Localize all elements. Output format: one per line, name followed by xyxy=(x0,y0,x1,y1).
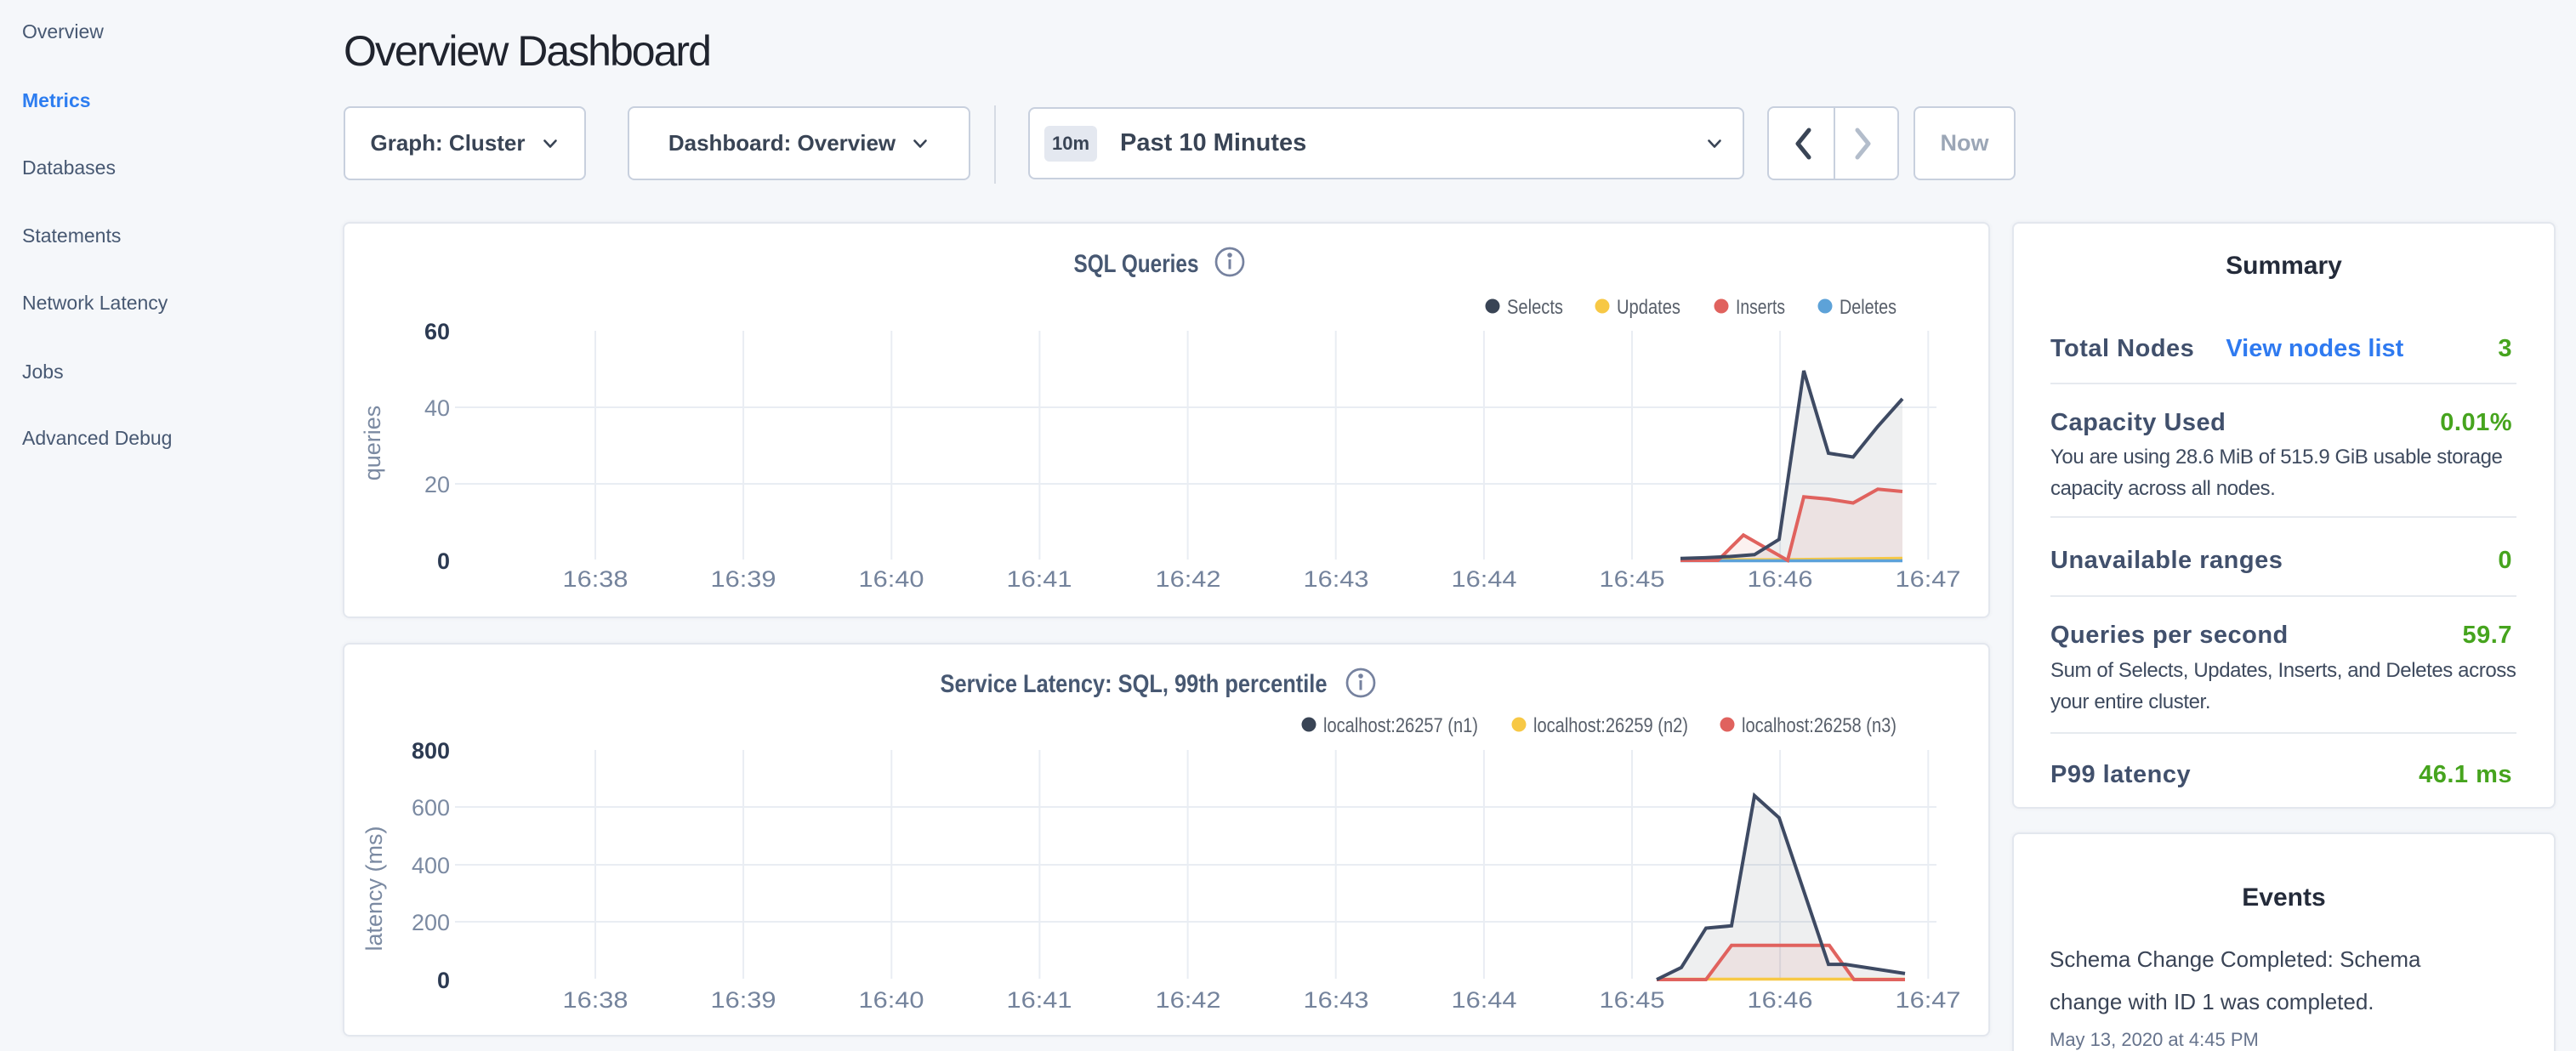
svg-text:40: 40 xyxy=(424,395,450,421)
svg-text:16:47: 16:47 xyxy=(1896,987,1961,1013)
svg-text:localhost:26257 (n1): localhost:26257 (n1) xyxy=(1323,714,1478,737)
svg-text:SQL Queries: SQL Queries xyxy=(1074,250,1199,278)
svg-text:localhost:26259 (n2): localhost:26259 (n2) xyxy=(1533,714,1688,737)
svg-text:200: 200 xyxy=(412,910,450,935)
svg-text:800: 800 xyxy=(412,738,450,764)
svg-text:400: 400 xyxy=(412,853,450,878)
svg-text:queries: queries xyxy=(360,406,385,481)
svg-text:16:43: 16:43 xyxy=(1304,566,1369,592)
svg-text:16:42: 16:42 xyxy=(1156,566,1221,592)
svg-text:16:38: 16:38 xyxy=(563,566,628,592)
svg-text:Selects: Selects xyxy=(1507,296,1563,319)
svg-text:16:44: 16:44 xyxy=(1452,987,1517,1013)
svg-text:16:44: 16:44 xyxy=(1452,566,1517,592)
svg-text:16:40: 16:40 xyxy=(859,987,924,1013)
svg-text:16:40: 16:40 xyxy=(859,566,924,592)
svg-text:0: 0 xyxy=(437,548,450,574)
svg-text:16:42: 16:42 xyxy=(1156,987,1221,1013)
svg-text:16:47: 16:47 xyxy=(1896,566,1961,592)
svg-text:Deletes: Deletes xyxy=(1840,296,1896,319)
svg-text:0: 0 xyxy=(437,968,450,993)
svg-text:latency (ms): latency (ms) xyxy=(361,826,387,951)
svg-text:16:41: 16:41 xyxy=(1007,987,1072,1013)
svg-text:16:39: 16:39 xyxy=(711,987,776,1013)
svg-text:16:43: 16:43 xyxy=(1304,987,1369,1013)
svg-text:localhost:26258 (n3): localhost:26258 (n3) xyxy=(1742,714,1896,737)
svg-text:60: 60 xyxy=(424,319,450,344)
svg-text:Updates: Updates xyxy=(1617,296,1680,319)
svg-text:Service Latency: SQL, 99th per: Service Latency: SQL, 99th percentile xyxy=(941,670,1328,698)
svg-text:20: 20 xyxy=(424,472,450,497)
svg-text:16:41: 16:41 xyxy=(1007,566,1072,592)
svg-text:16:45: 16:45 xyxy=(1600,987,1665,1013)
svg-text:600: 600 xyxy=(412,795,450,821)
svg-text:16:45: 16:45 xyxy=(1600,566,1665,592)
svg-text:16:46: 16:46 xyxy=(1748,566,1813,592)
svg-text:16:38: 16:38 xyxy=(563,987,628,1013)
svg-text:16:46: 16:46 xyxy=(1748,987,1813,1013)
svg-text:Inserts: Inserts xyxy=(1736,296,1785,319)
svg-text:16:39: 16:39 xyxy=(711,566,776,592)
